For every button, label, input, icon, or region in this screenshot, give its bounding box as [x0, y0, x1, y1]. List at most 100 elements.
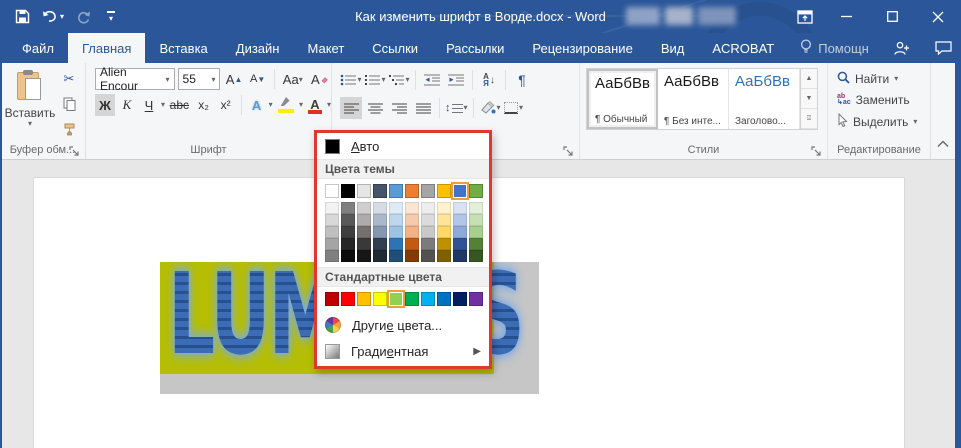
styles-scroll-down-icon[interactable]: ▼ [801, 89, 817, 109]
superscript-button[interactable]: x² [216, 94, 236, 116]
clear-formatting-button[interactable]: А [308, 68, 331, 90]
shrink-font-button[interactable]: А▼ [248, 68, 268, 90]
theme-variant-swatch[interactable] [341, 226, 355, 238]
theme-variant-swatch[interactable] [341, 250, 355, 262]
theme-variant-swatch[interactable] [325, 202, 339, 214]
more-colors-item[interactable]: Другие цвета... [317, 312, 489, 338]
underline-dropdown-arrow[interactable]: ▾ [161, 101, 165, 109]
theme-variant-swatch[interactable] [341, 238, 355, 250]
multilevel-list-icon[interactable]: ▾ [388, 69, 410, 91]
standard-color-swatch[interactable] [421, 292, 435, 306]
tab-ACROBAT[interactable]: ACROBAT [698, 33, 788, 63]
minimize-button[interactable] [823, 0, 869, 33]
line-spacing-icon[interactable]: ↕ ▾ [445, 97, 468, 119]
paste-dropdown-arrow[interactable]: ▾ [28, 120, 32, 128]
styles-dialog-launcher-icon[interactable] [811, 144, 823, 156]
standard-color-swatch[interactable] [405, 292, 419, 306]
highlight-dropdown-arrow[interactable]: ▾ [299, 101, 303, 109]
decrease-indent-icon[interactable] [421, 69, 443, 91]
theme-variant-swatch[interactable] [469, 214, 483, 226]
tab-Рассылки[interactable]: Рассылки [432, 33, 518, 63]
theme-variant-swatch[interactable] [469, 238, 483, 250]
theme-color-swatch[interactable] [437, 184, 451, 198]
borders-icon[interactable]: ▾ [503, 97, 525, 119]
standard-color-swatch[interactable] [373, 292, 387, 306]
select-button[interactable]: Выделить ▾ [837, 113, 930, 130]
highlight-button[interactable] [275, 94, 297, 116]
theme-variant-swatch[interactable] [469, 250, 483, 262]
theme-color-swatch[interactable] [469, 184, 483, 198]
standard-color-swatch[interactable] [453, 292, 467, 306]
select-dropdown-arrow[interactable]: ▾ [913, 118, 917, 126]
gradient-item[interactable]: Градиентная ▶ [317, 338, 489, 364]
theme-variant-swatch[interactable] [341, 202, 355, 214]
theme-variant-swatch[interactable] [453, 214, 467, 226]
style-normal[interactable]: АаБбВв ¶ Обычный [587, 69, 658, 129]
theme-variant-swatch[interactable] [405, 202, 419, 214]
auto-color-item[interactable]: Авто [317, 133, 489, 159]
standard-color-swatch[interactable] [389, 292, 403, 306]
theme-variant-swatch[interactable] [373, 238, 387, 250]
underline-button[interactable]: Ч [139, 94, 159, 116]
close-button[interactable] [915, 0, 961, 33]
tab-Вставка[interactable]: Вставка [145, 33, 221, 63]
theme-variant-swatch[interactable] [341, 214, 355, 226]
theme-color-swatch[interactable] [341, 184, 355, 198]
increase-indent-icon[interactable] [445, 69, 467, 91]
shading-icon[interactable]: ▾ [479, 97, 501, 119]
theme-variant-swatch[interactable] [437, 214, 451, 226]
theme-variant-swatch[interactable] [421, 214, 435, 226]
theme-variant-swatch[interactable] [373, 202, 387, 214]
theme-variant-swatch[interactable] [357, 238, 371, 250]
numbering-icon[interactable]: ▾ [364, 69, 386, 91]
show-paragraph-marks-icon[interactable]: ¶ [511, 69, 533, 91]
collapse-ribbon-icon[interactable] [937, 135, 949, 153]
theme-variant-swatch[interactable] [373, 214, 387, 226]
theme-variant-swatch[interactable] [405, 226, 419, 238]
theme-variant-swatch[interactable] [437, 226, 451, 238]
theme-color-swatch[interactable] [421, 184, 435, 198]
align-center-icon[interactable] [364, 97, 386, 119]
theme-variant-swatch[interactable] [389, 202, 403, 214]
theme-variant-swatch[interactable] [357, 202, 371, 214]
cut-icon[interactable]: ✂ [58, 69, 80, 89]
theme-variant-swatch[interactable] [421, 250, 435, 262]
font-color-button[interactable]: А [305, 94, 325, 116]
share-person-icon[interactable] [881, 33, 923, 63]
theme-variant-swatch[interactable] [325, 238, 339, 250]
theme-color-swatch[interactable] [405, 184, 419, 198]
theme-variant-swatch[interactable] [357, 226, 371, 238]
tab-helper[interactable]: Помощн [788, 33, 881, 63]
save-icon[interactable] [15, 9, 30, 24]
tab-Макет[interactable]: Макет [293, 33, 358, 63]
standard-color-swatch[interactable] [469, 292, 483, 306]
strikethrough-button[interactable]: abc [167, 94, 192, 116]
align-right-icon[interactable] [388, 97, 410, 119]
theme-variant-swatch[interactable] [421, 238, 435, 250]
theme-variant-swatch[interactable] [421, 202, 435, 214]
theme-variant-swatch[interactable] [373, 250, 387, 262]
tab-Рецензирование[interactable]: Рецензирование [518, 33, 646, 63]
theme-variant-swatch[interactable] [325, 214, 339, 226]
standard-color-swatch[interactable] [357, 292, 371, 306]
theme-variant-swatch[interactable] [437, 202, 451, 214]
undo-button[interactable]: ▾ [42, 10, 64, 23]
theme-variant-swatch[interactable] [469, 202, 483, 214]
theme-variant-swatch[interactable] [389, 226, 403, 238]
theme-variant-swatch[interactable] [357, 214, 371, 226]
theme-variant-swatch[interactable] [405, 250, 419, 262]
bullets-icon[interactable]: ▾ [340, 69, 362, 91]
tab-Дизайн[interactable]: Дизайн [222, 33, 294, 63]
replace-button[interactable]: ab↳ac Заменить [837, 93, 930, 107]
tab-Ссылки[interactable]: Ссылки [358, 33, 432, 63]
theme-color-swatch[interactable] [357, 184, 371, 198]
font-name-combobox[interactable]: Alien Encour▾ [95, 68, 175, 90]
style-no-spacing[interactable]: АаБбВв ¶ Без инте... [658, 69, 729, 129]
customize-qat-button[interactable]: ▾ [107, 11, 115, 23]
change-case-button[interactable]: Аа▾ [281, 68, 305, 90]
find-button[interactable]: Найти ▾ [837, 71, 930, 87]
justify-icon[interactable] [412, 97, 434, 119]
standard-color-swatch[interactable] [325, 292, 339, 306]
theme-variant-swatch[interactable] [421, 226, 435, 238]
font-size-combobox[interactable]: 55▾ [178, 68, 221, 90]
